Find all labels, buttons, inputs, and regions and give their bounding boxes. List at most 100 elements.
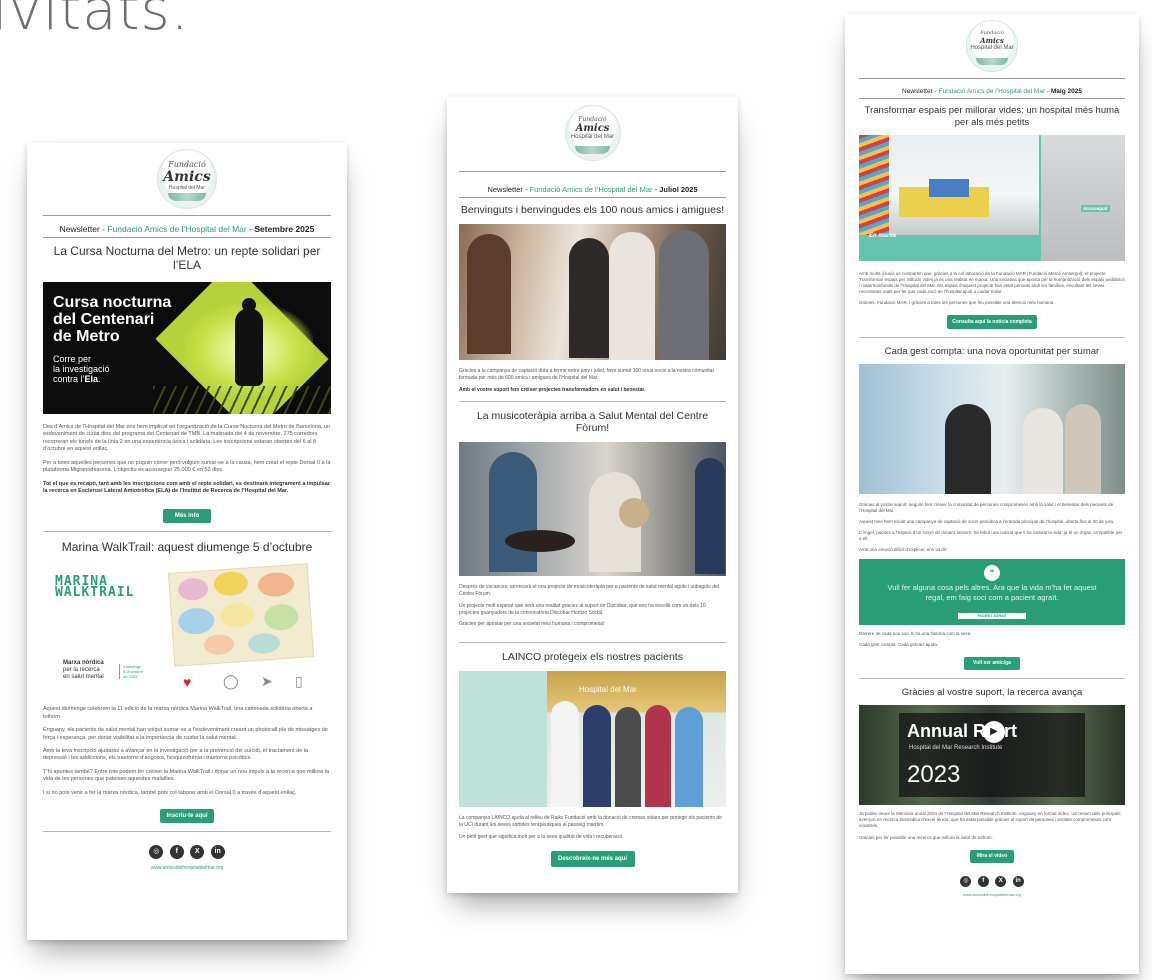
social-links: ◎ f X in	[845, 869, 1139, 887]
wall-art-shape	[859, 134, 889, 235]
newsletter-header-line: Newsletter - Fundació Amics de l’Hospita…	[59, 224, 315, 234]
body-paragraph: Enguany, els pacients de salut mental ha…	[43, 727, 328, 741]
instagram-icon[interactable]: ◎	[149, 845, 164, 860]
newsletter-card-maig[interactable]: Fundació Amics Hospital del Mar Newslett…	[845, 14, 1139, 974]
campaign-photo	[859, 363, 1125, 494]
guitar-icon	[505, 530, 575, 553]
marina-walktrail-banner: MARINA WALKTRAIL ♥ ◯ ➤ ▯ Marxa nòrdica p…	[43, 563, 331, 697]
person-shape	[1023, 407, 1063, 494]
divider	[859, 337, 1125, 339]
section-title: Benvinguts i benvingudes els 100 nous am…	[460, 204, 725, 216]
website-link[interactable]: www.amicsdelhospitaldelmar.org	[27, 865, 347, 871]
body-paragraph: La companyia LAINCO ajuda al relleu de R…	[459, 815, 722, 828]
section-title: Marina WalkTrail: aquest diumenge 5 d’oc…	[61, 540, 313, 555]
inscriu-te-button[interactable]: Inscriu-te aquí	[160, 809, 214, 824]
banner-sub-bold: Ela	[84, 374, 99, 384]
speech-bubble-icon	[177, 577, 209, 602]
instagram-icon[interactable]: ◎	[960, 875, 972, 887]
divider	[43, 831, 331, 833]
x-twitter-icon[interactable]: X	[190, 845, 205, 860]
logo-line3: Hospital del Mar	[970, 45, 1014, 51]
banner-sub-line: contra l’	[53, 374, 85, 384]
newsletter-card-juliol[interactable]: Fundació Amics Hospital del Mar Newslett…	[447, 97, 738, 893]
banner-title-line: de Metro	[53, 328, 120, 345]
divider	[859, 678, 1125, 680]
person-shape	[583, 705, 611, 807]
section-title: Gràcies al vostre suport, la recerca ava…	[901, 687, 1083, 699]
photocall-board	[167, 563, 315, 668]
banner-title-line: Cursa nocturna	[53, 294, 172, 311]
heart-icon: ♥	[183, 674, 192, 691]
body-paragraph: T’hi apuntes també? Entre tots podem fer…	[43, 768, 330, 783]
fundacio-logo: Fundació Amics Hospital del Mar	[564, 105, 621, 161]
descobreix-button[interactable]: Descobreix-ne més aquí	[550, 851, 635, 868]
body-paragraph: Gràcies, Fundació MAR, i gràcies a totes…	[859, 300, 1055, 305]
annual-report-video[interactable]: Annual Rrt ▶ Hospital del Mar Research I…	[859, 705, 1125, 806]
linkedin-icon[interactable]: in	[210, 845, 225, 860]
newsletter-header-line: Newsletter - Fundació Amics de l’Hospita…	[902, 88, 1082, 95]
speech-bubble-icon	[203, 633, 235, 657]
person-shape	[467, 234, 511, 354]
body-paragraph: Amb la teva inscripció ajudaràs a avança…	[43, 748, 309, 762]
speech-bubble-icon	[257, 571, 295, 599]
facebook-icon[interactable]: f	[169, 845, 184, 860]
person-shape	[551, 701, 579, 807]
body-paragraph: Gràcies al vostre suport, seguim fent cr…	[859, 501, 1114, 513]
hospital-sign: Hospital del Mar	[579, 685, 637, 694]
vull-ser-amic-button[interactable]: Vull ser amic/ga	[964, 657, 1020, 671]
logo-line2: Amics	[163, 169, 211, 185]
body-paragraph: L’Àngel, pacient a l’espera d’un ronyó d…	[859, 530, 1123, 542]
divider	[43, 215, 331, 216]
person-shape	[609, 232, 655, 360]
body-paragraph: Cada gest compta. Cada gràcies ajuda.	[859, 642, 939, 648]
logo-line2: Amics	[575, 123, 610, 134]
logo-line1: Fundació	[168, 160, 206, 169]
consulta-noticia-button[interactable]: Consulta aquí la notícia completa	[947, 315, 1037, 330]
testimonial-quote-box: ❝ Vull fer alguna cosa pels altres. Ara …	[859, 559, 1125, 626]
quote-icon: ❝	[984, 565, 1000, 582]
quote-signature: PACIENT AGRAÏT	[958, 613, 1026, 620]
person-shape	[615, 707, 641, 807]
section-title: La musicoteràpia arriba a Salut Mental d…	[476, 410, 709, 435]
facebook-icon[interactable]: f	[977, 875, 989, 887]
page-heading-fragment: ivitats.	[0, 0, 190, 43]
speech-bubble-icon	[263, 603, 300, 632]
newsletter-card-setembre[interactable]: Fundació Amics Hospital del Mar Newslett…	[27, 143, 347, 940]
rail-tracks-shape	[153, 386, 331, 414]
newsletter-label: Newsletter	[59, 224, 100, 234]
marina-date: Diumenge 5 d’octubre de 2025	[119, 664, 143, 680]
linkedin-icon[interactable]: in	[1012, 875, 1024, 887]
person-shape	[675, 707, 703, 807]
newsletter-label: Newsletter	[487, 185, 523, 194]
website-link[interactable]: www.amicsdelhospitaldelmar.org	[845, 892, 1139, 897]
divider	[459, 197, 726, 198]
en-marxa-label: En marxa	[869, 232, 897, 239]
person-shape	[695, 458, 725, 575]
video-year: 2023	[907, 761, 961, 789]
comment-icon: ◯	[223, 673, 239, 690]
x-twitter-icon[interactable]: X	[995, 875, 1007, 887]
video-title-a: Annual R	[907, 721, 986, 742]
body-paragraph: Amb el vostre suport fem créixer project…	[459, 386, 646, 393]
brand-link[interactable]: Fundació Amics de l’Hospital del Mar	[107, 224, 246, 234]
send-icon: ➤	[261, 673, 273, 690]
newsletter-date: Maig 2025	[1050, 88, 1082, 95]
banner-title-line: del Centenari	[53, 311, 155, 328]
logo-wave-icon	[168, 192, 206, 202]
person-shape	[659, 230, 709, 360]
person-shape	[1065, 403, 1101, 494]
video-subtitle: Hospital del Mar Research Institute	[909, 745, 1003, 752]
banner-subtitle: Corre per la investigació contra l’Ela.	[53, 354, 110, 384]
marina-sub-line: per la recerca	[63, 667, 100, 674]
banner-title: Cursa nocturna del Centenari de Metro	[53, 294, 171, 345]
brand-link[interactable]: Fundació Amics de l’Hospital del Mar	[939, 88, 1046, 95]
volunteers-photo	[459, 224, 726, 360]
brand-link[interactable]: Fundació Amics de l’Hospital del Mar	[530, 185, 653, 194]
mes-info-button[interactable]: Més info	[163, 509, 211, 524]
body-paragraph: Després de vacances, arrencarà el nou pr…	[459, 584, 719, 597]
divider	[459, 401, 726, 403]
mira-video-button[interactable]: Mira el vídeo	[970, 849, 1014, 863]
logo-wave-icon	[976, 58, 1008, 65]
body-paragraph: Gràcies per apostar per una societat més…	[459, 621, 605, 628]
body-paragraph: Amb molta il·lusió us compartim que, grà…	[859, 270, 1125, 294]
